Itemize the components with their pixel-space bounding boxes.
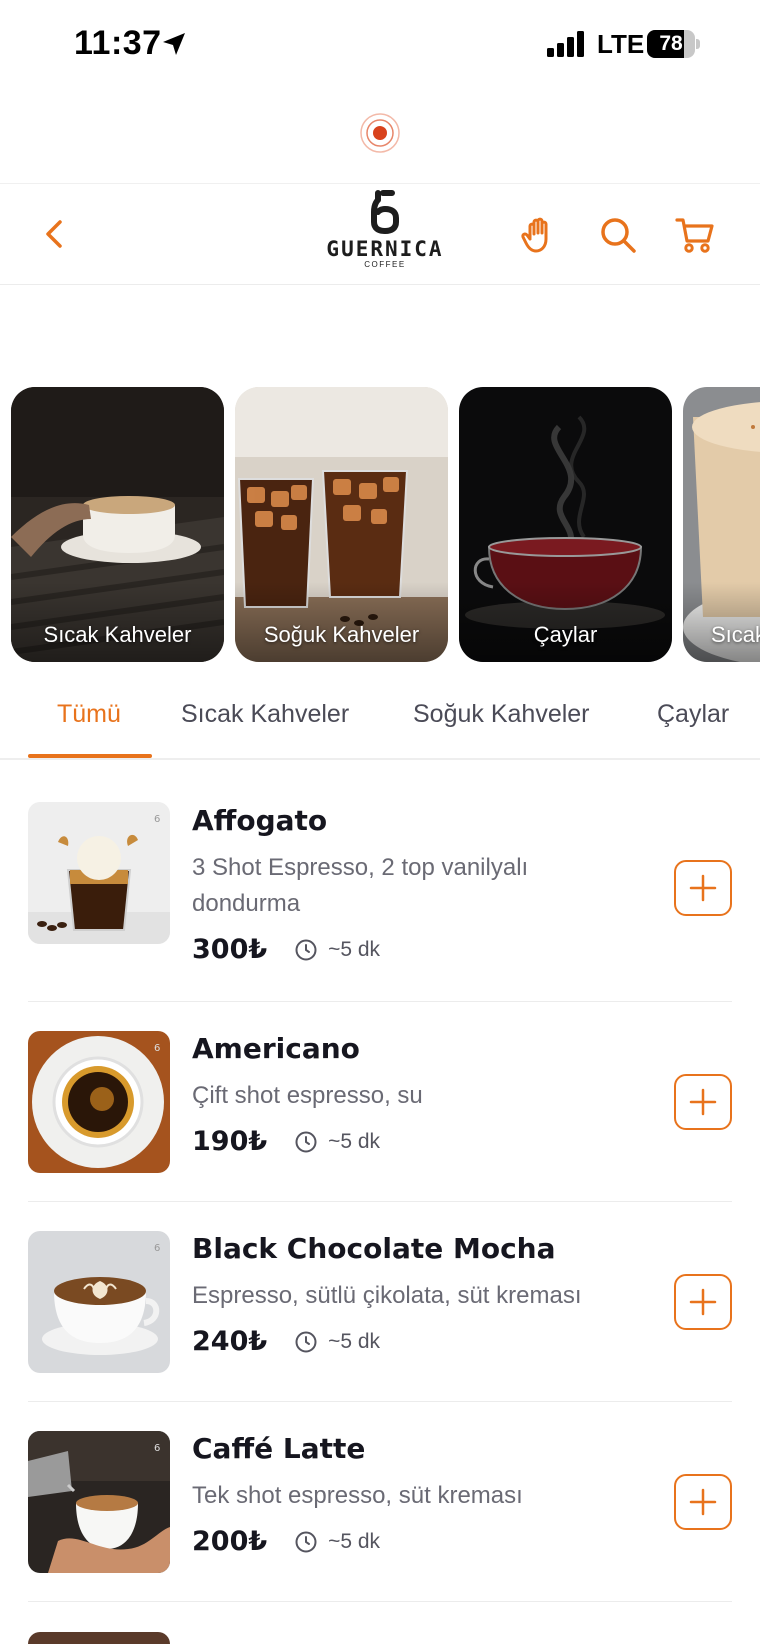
- product-image: 6: [28, 1431, 170, 1573]
- product-image: 6: [28, 1231, 170, 1373]
- svg-text:6: 6: [154, 1443, 160, 1454]
- product-item-black-chocolate-mocha[interactable]: 6 Black Chocolate Mocha Espresso, sütlü …: [28, 1202, 732, 1402]
- search-button[interactable]: [597, 214, 639, 256]
- product-description: Çift shot espresso, su: [192, 1082, 423, 1109]
- logo-subtitle: COFFEE: [364, 260, 406, 269]
- product-item-affogato[interactable]: 6 Affogato 3 Shot Espresso, 2 top vanily…: [28, 760, 732, 1002]
- product-image-partial: [28, 1632, 170, 1644]
- status-bar: 11:37 LTE 78: [0, 0, 760, 90]
- category-carousel[interactable]: Sıcak Kahveler Soğuk Kahveler Çaylar Sıc…: [11, 387, 760, 662]
- add-to-cart-button[interactable]: [674, 860, 732, 916]
- recording-indicator-icon: [360, 113, 400, 153]
- tab-soguk-kahveler[interactable]: Soğuk Kahveler: [413, 700, 590, 729]
- active-tab-indicator: [28, 754, 152, 758]
- clock-icon: [295, 939, 317, 960]
- product-name: Americano: [192, 1032, 360, 1065]
- product-image: 6: [28, 802, 170, 944]
- plus-icon: [689, 1288, 717, 1316]
- logo-mark-icon: [371, 190, 399, 234]
- signal-icon: [547, 31, 584, 57]
- logo-name: GUERNICA: [326, 237, 444, 261]
- status-time: 11:37: [74, 24, 162, 62]
- plus-icon: [689, 874, 717, 902]
- tab-caylar[interactable]: Çaylar: [657, 700, 729, 729]
- prep-time: ~5 dk: [328, 937, 381, 961]
- cart-button[interactable]: [674, 214, 716, 256]
- battery-indicator: 78: [647, 30, 700, 58]
- product-price: 190₺: [192, 1126, 268, 1157]
- product-name: Black Chocolate Mocha: [192, 1232, 556, 1265]
- category-card-caylar[interactable]: Çaylar: [459, 387, 672, 662]
- category-card-sicak-kahveler[interactable]: Sıcak Kahveler: [11, 387, 224, 662]
- prep-time: ~5 dk: [328, 1129, 381, 1153]
- svg-text:6: 6: [154, 1243, 160, 1254]
- product-name: Caffé Latte: [192, 1432, 366, 1465]
- clock-icon: [295, 1131, 317, 1152]
- prep-time: ~5 dk: [328, 1529, 381, 1553]
- product-meta: 200₺ ~5 dk: [192, 1526, 380, 1560]
- product-description: 3 Shot Espresso, 2 top vanilyalı dondurm…: [192, 854, 529, 917]
- plus-icon: [689, 1488, 717, 1516]
- category-label: Sıcak Kahveler: [43, 622, 192, 647]
- category-card-soguk-kahveler[interactable]: Soğuk Kahveler: [235, 387, 448, 662]
- category-label: Soğuk Kahveler: [263, 622, 420, 647]
- add-to-cart-button[interactable]: [674, 1274, 732, 1330]
- brand-logo[interactable]: GUERNICA COFFEE: [320, 190, 450, 282]
- mocha-image: 6: [28, 1231, 170, 1373]
- product-price: 300₺: [192, 934, 268, 965]
- product-price: 240₺: [192, 1326, 268, 1357]
- battery-percent: 78: [659, 32, 683, 55]
- americano-image: 6: [28, 1031, 170, 1173]
- category-label: Sıcak: [711, 622, 760, 647]
- affogato-image: 6: [28, 802, 170, 944]
- svg-text:6: 6: [154, 814, 160, 825]
- product-description: Espresso, sütlü çikolata, süt kreması: [192, 1282, 582, 1309]
- plus-icon: [689, 1088, 717, 1116]
- tab-tumu[interactable]: Tümü: [57, 700, 121, 729]
- prep-time: ~5 dk: [328, 1329, 381, 1353]
- network-type: LTE: [597, 29, 645, 59]
- latte-image: 6: [28, 1431, 170, 1573]
- category-card-sicak[interactable]: Sıcak: [683, 387, 760, 662]
- location-arrow-icon: [163, 33, 185, 55]
- waiter-call-button[interactable]: [518, 214, 560, 256]
- svg-text:6: 6: [154, 1043, 160, 1054]
- clock-icon: [295, 1531, 317, 1552]
- product-price: 200₺: [192, 1526, 268, 1557]
- add-to-cart-button[interactable]: [674, 1074, 732, 1130]
- category-tabs: Tümü Sıcak Kahveler Soğuk Kahveler Çayla…: [0, 690, 760, 760]
- clock-icon: [295, 1331, 317, 1352]
- product-meta: 190₺ ~5 dk: [192, 1126, 380, 1160]
- product-image: 6: [28, 1031, 170, 1173]
- product-meta: 300₺ ~5 dk: [192, 934, 380, 968]
- category-label: Çaylar: [533, 622, 598, 647]
- product-item-caffe-latte[interactable]: 6 Caffé Latte Tek shot espresso, süt kre…: [28, 1402, 732, 1602]
- tab-sicak-kahveler[interactable]: Sıcak Kahveler: [181, 700, 349, 729]
- app-header: GUERNICA COFFEE: [0, 183, 760, 285]
- add-to-cart-button[interactable]: [674, 1474, 732, 1530]
- product-meta: 240₺ ~5 dk: [192, 1326, 380, 1360]
- product-item-americano[interactable]: 6 Americano Çift shot espresso, su 190₺ …: [28, 1002, 732, 1202]
- product-name: Affogato: [192, 804, 328, 837]
- product-description: Tek shot espresso, süt kreması: [192, 1482, 523, 1509]
- back-button[interactable]: [34, 214, 74, 254]
